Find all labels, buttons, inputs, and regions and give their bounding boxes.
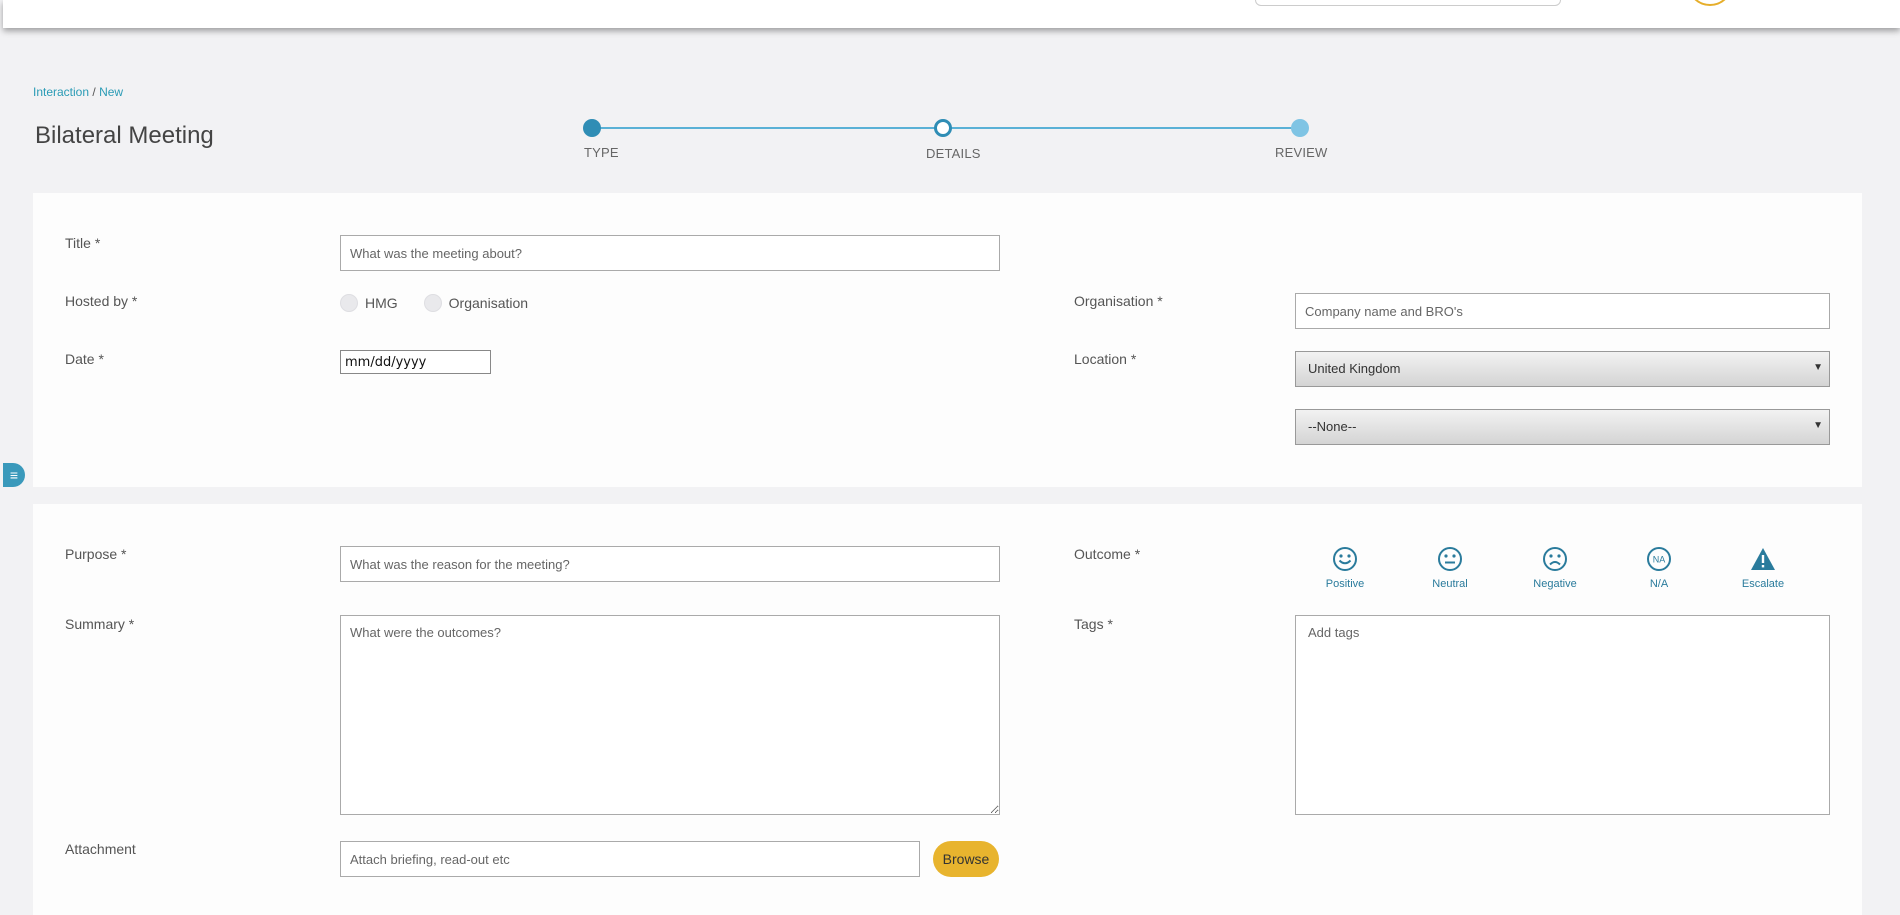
- title-input[interactable]: [340, 235, 1000, 271]
- outcome-negative[interactable]: Negative: [1525, 546, 1585, 590]
- step-review-dot: [1291, 119, 1309, 137]
- hosted-hmg-radio[interactable]: [340, 294, 358, 312]
- step-review-label: REVIEW: [1275, 145, 1328, 160]
- step-details-dot: [934, 119, 952, 137]
- na-icon-glyph: NA: [1653, 555, 1666, 565]
- outcome-na[interactable]: NA N/A: [1629, 546, 1689, 590]
- meeting-outcome-card: Purpose * Summary * Attachment Browse Ou…: [33, 504, 1862, 915]
- top-bar: [3, 0, 1900, 28]
- location-select[interactable]: United Kingdom ▼: [1295, 351, 1830, 387]
- attachment-label: Attachment: [65, 841, 136, 857]
- na-icon: NA: [1647, 547, 1671, 571]
- date-input[interactable]: mm/dd/yyyy: [340, 350, 491, 374]
- tags-label: Tags *: [1074, 616, 1113, 632]
- smile-icon: [1333, 547, 1357, 571]
- outcome-escalate-label: Escalate: [1741, 578, 1785, 590]
- frown-icon: [1543, 547, 1567, 571]
- location-select-value: United Kingdom: [1308, 361, 1401, 376]
- date-label: Date *: [65, 351, 104, 367]
- step-type-dot: [583, 119, 601, 137]
- sublocation-select-value: --None--: [1308, 419, 1357, 434]
- warning-icon: [1751, 548, 1775, 570]
- step-type-label: TYPE: [584, 145, 619, 160]
- outcome-escalate[interactable]: Escalate: [1733, 546, 1793, 590]
- outcome-positive-label: Positive: [1325, 578, 1365, 590]
- hosted-by-radio-group: HMG Organisation: [340, 294, 554, 312]
- organisation-input[interactable]: [1295, 293, 1830, 329]
- browse-button[interactable]: Browse: [933, 841, 999, 877]
- breadcrumb-new-link[interactable]: New: [99, 85, 123, 99]
- outcome-negative-label: Negative: [1533, 578, 1577, 590]
- breadcrumb-separator: /: [92, 85, 96, 99]
- sublocation-select[interactable]: --None-- ▼: [1295, 409, 1830, 445]
- outcome-label: Outcome *: [1074, 546, 1141, 562]
- outcome-neutral-label: Neutral: [1432, 578, 1468, 590]
- breadcrumb-interaction-link[interactable]: Interaction: [33, 85, 89, 99]
- progress-stepper: TYPE DETAILS REVIEW: [578, 118, 1327, 168]
- outcome-positive[interactable]: Positive: [1315, 546, 1375, 590]
- purpose-input[interactable]: [340, 546, 1000, 582]
- hosted-hmg-label: HMG: [365, 295, 398, 311]
- tags-input[interactable]: [1295, 615, 1830, 815]
- global-search-input[interactable]: [1255, 0, 1561, 6]
- summary-textarea[interactable]: [340, 615, 1000, 815]
- summary-label: Summary *: [65, 616, 135, 632]
- attachment-input[interactable]: [340, 841, 920, 877]
- hosted-organisation-label: Organisation: [448, 295, 529, 311]
- step-details-label: DETAILS: [926, 146, 981, 161]
- user-avatar[interactable]: [1687, 0, 1733, 6]
- location-label: Location *: [1074, 351, 1137, 367]
- organisation-label: Organisation *: [1074, 293, 1163, 309]
- outcome-na-label: N/A: [1649, 578, 1669, 590]
- hosted-organisation-radio[interactable]: [423, 294, 442, 312]
- hosted-by-label: Hosted by *: [65, 293, 138, 309]
- meeting-details-card: Title * Hosted by * HMG Organisation Dat…: [33, 193, 1862, 487]
- purpose-label: Purpose *: [65, 546, 127, 562]
- outcome-neutral[interactable]: Neutral: [1420, 546, 1480, 590]
- breadcrumb: Interaction / New: [33, 85, 123, 99]
- chevron-down-icon: ▼: [1813, 362, 1823, 373]
- neutral-face-icon: [1438, 547, 1462, 571]
- page-title: Bilateral Meeting: [35, 122, 214, 149]
- sidebar-toggle-icon[interactable]: ≡: [3, 463, 25, 487]
- title-label: Title *: [65, 235, 101, 251]
- chevron-down-icon: ▼: [1813, 420, 1823, 431]
